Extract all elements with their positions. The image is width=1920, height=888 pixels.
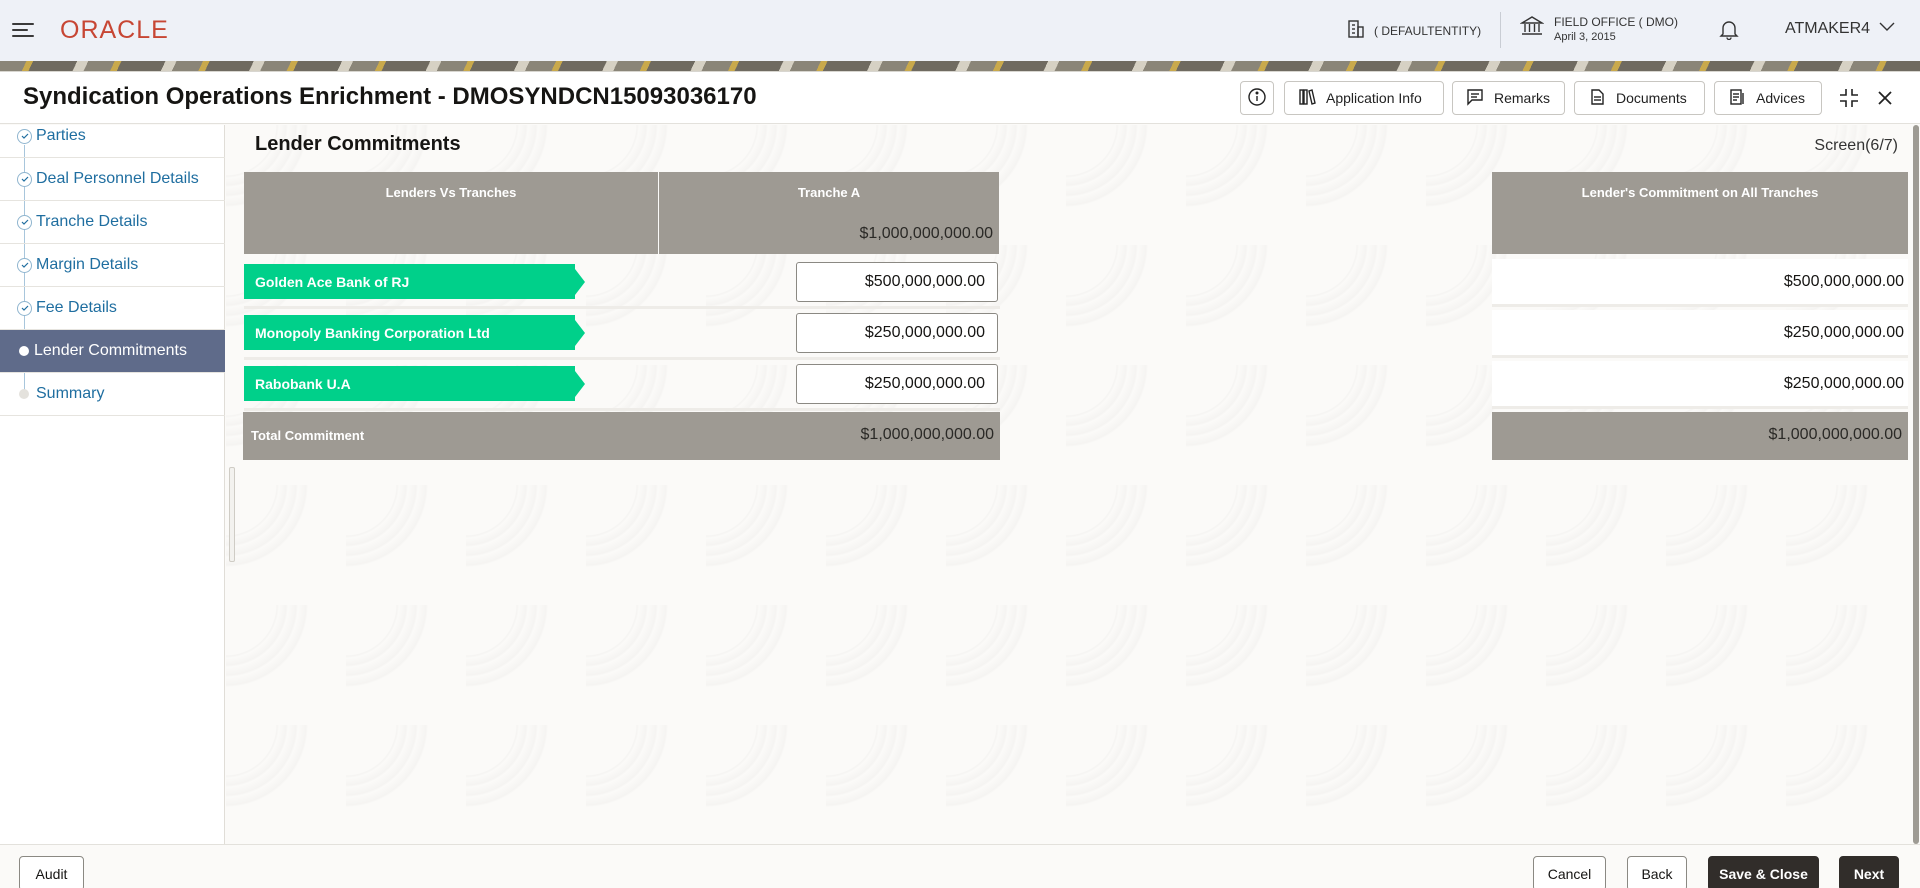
comment-icon (1466, 88, 1484, 109)
lender-badge: Golden Ace Bank of RJ (244, 264, 585, 299)
info-icon (1247, 87, 1267, 110)
advices-label: Advices (1756, 90, 1806, 106)
tranche-amount: $1,000,000,000.00 (859, 225, 993, 242)
check-circle-icon (17, 128, 32, 144)
documents-button[interactable]: Documents (1574, 81, 1705, 115)
sidebar-item-label: Margin Details (36, 256, 139, 273)
total-tranche-a: $1,000,000,000.00 (860, 426, 994, 443)
total-label: Total Commitment (251, 428, 365, 443)
tranche-a-amount-input[interactable] (796, 364, 998, 404)
total-all-tranches: $1,000,000,000.00 (1768, 426, 1902, 443)
menu-icon[interactable] (12, 20, 34, 38)
sidebar-item-lender-commitments[interactable]: Lender Commitments (0, 330, 225, 373)
sidebar-item-parties[interactable]: Parties (0, 115, 225, 158)
row-divider (244, 357, 1000, 360)
lender-name: Rabobank U.A (255, 375, 351, 392)
book-icon (1298, 88, 1316, 109)
column-header-all-tranches: Lender's Commitment on All Tranches (1492, 172, 1908, 254)
office-selector[interactable]: FIELD OFFICE ( DMO) April 3, 2015 (1519, 14, 1678, 43)
screen-indicator: Screen(6/7) (1814, 137, 1898, 154)
enrichment-window: Syndication Operations Enrichment - DMOS… (0, 71, 1920, 888)
column-header-label: Lender's Commitment on All Tranches (1581, 185, 1819, 200)
tranche-a-amount-input[interactable] (796, 313, 998, 353)
sidebar-item-label: Tranche Details (36, 213, 148, 230)
lender-total: $250,000,000.00 (1783, 375, 1904, 392)
back-button[interactable]: Back (1627, 856, 1687, 888)
total-all-tranches-row: $1,000,000,000.00 (1492, 412, 1908, 460)
cancel-button[interactable]: Cancel (1533, 856, 1606, 888)
application-info-button[interactable]: Application Info (1284, 81, 1444, 115)
check-circle-icon (17, 257, 32, 273)
documents-label: Documents (1616, 90, 1687, 106)
column-header-label: Lenders Vs Tranches (385, 185, 517, 200)
remarks-label: Remarks (1494, 90, 1551, 106)
lender-name: Golden Ace Bank of RJ (255, 273, 410, 290)
lender-badge: Monopoly Banking Corporation Ltd (244, 315, 585, 350)
user-menu[interactable]: ATMAKER4 (1785, 20, 1896, 38)
document-icon (1588, 88, 1606, 109)
sidebar-item-margin-details[interactable]: Margin Details (0, 244, 225, 287)
footer-bar: Audit Cancel Back Save & Close Next (0, 844, 1920, 888)
pending-step-icon (19, 389, 29, 399)
next-button[interactable]: Next (1839, 856, 1899, 888)
save-close-button[interactable]: Save & Close (1708, 856, 1819, 888)
advices-button[interactable]: Advices (1714, 81, 1822, 115)
sidebar-item-label: Parties (36, 127, 86, 144)
info-button[interactable] (1240, 81, 1274, 115)
panel-splitter[interactable] (229, 467, 235, 562)
oracle-logo: ORACLE (60, 16, 169, 44)
total-commitment-row: Total Commitment $1,000,000,000.00 (243, 412, 1000, 460)
sidebar-item-deal-personnel-details[interactable]: Deal Personnel Details (0, 158, 225, 201)
lender-total: $250,000,000.00 (1783, 324, 1904, 341)
sidebar-item-label: Deal Personnel Details (36, 170, 199, 187)
close-icon[interactable] (1870, 83, 1900, 113)
building-icon (1346, 19, 1366, 42)
check-circle-icon (17, 300, 32, 316)
section-title: Lender Commitments (255, 133, 461, 155)
remarks-button[interactable]: Remarks (1452, 81, 1565, 115)
row-divider (244, 306, 1000, 309)
row-divider (244, 408, 1000, 411)
minimize-icon[interactable] (1834, 83, 1864, 113)
office-date: April 3, 2015 (1554, 30, 1616, 43)
lender-total: $500,000,000.00 (1783, 273, 1904, 290)
entity-selector[interactable]: ( DEFAULTENTITY) (1346, 19, 1481, 42)
check-circle-icon (17, 171, 32, 187)
divider (1500, 12, 1501, 48)
lender-name: Monopoly Banking Corporation Ltd (255, 324, 490, 341)
lender-badge: Rabobank U.A (244, 366, 585, 401)
train-stop-sidebar: Parties Deal Personnel Details Tranche D… (0, 125, 225, 844)
table-row-total: $250,000,000.00 (1492, 361, 1908, 409)
check-circle-icon (17, 214, 32, 230)
table-row-total: $250,000,000.00 (1492, 310, 1908, 358)
decorative-banner (0, 61, 1920, 71)
user-name: ATMAKER4 (1785, 20, 1871, 37)
audit-button[interactable]: Audit (19, 856, 84, 888)
bell-icon[interactable] (1718, 18, 1740, 45)
sidebar-item-label: Lender Commitments (34, 342, 187, 359)
scrollbar[interactable] (1913, 125, 1919, 844)
tranche-a-amount-input[interactable] (796, 262, 998, 302)
window-header: Syndication Operations Enrichment - DMOS… (0, 72, 1920, 124)
sidebar-item-summary[interactable]: Summary (0, 373, 225, 416)
advice-icon (1728, 88, 1746, 109)
sidebar-item-fee-details[interactable]: Fee Details (0, 287, 225, 330)
sidebar-item-tranche-details[interactable]: Tranche Details (0, 201, 225, 244)
current-step-icon (19, 346, 29, 356)
window-title: Syndication Operations Enrichment - DMOS… (23, 83, 757, 110)
column-header-tranche-a: Tranche A $1,000,000,000.00 (659, 172, 999, 254)
column-header-label: Tranche A (797, 185, 861, 200)
sidebar-item-label: Fee Details (36, 299, 117, 316)
column-header-lenders: Lenders Vs Tranches (244, 172, 658, 254)
table-row-total: $500,000,000.00 (1492, 259, 1908, 307)
entity-label: ( DEFAULTENTITY) (1374, 23, 1482, 38)
office-name: FIELD OFFICE ( DMO) (1554, 14, 1678, 29)
application-info-label: Application Info (1326, 90, 1422, 106)
bank-icon (1519, 14, 1545, 43)
chevron-down-icon (1878, 20, 1896, 38)
sidebar-item-label: Summary (36, 385, 105, 402)
top-bar: ORACLE ( DEFAULTENTITY) FIELD OFFICE ( D… (0, 0, 1920, 61)
